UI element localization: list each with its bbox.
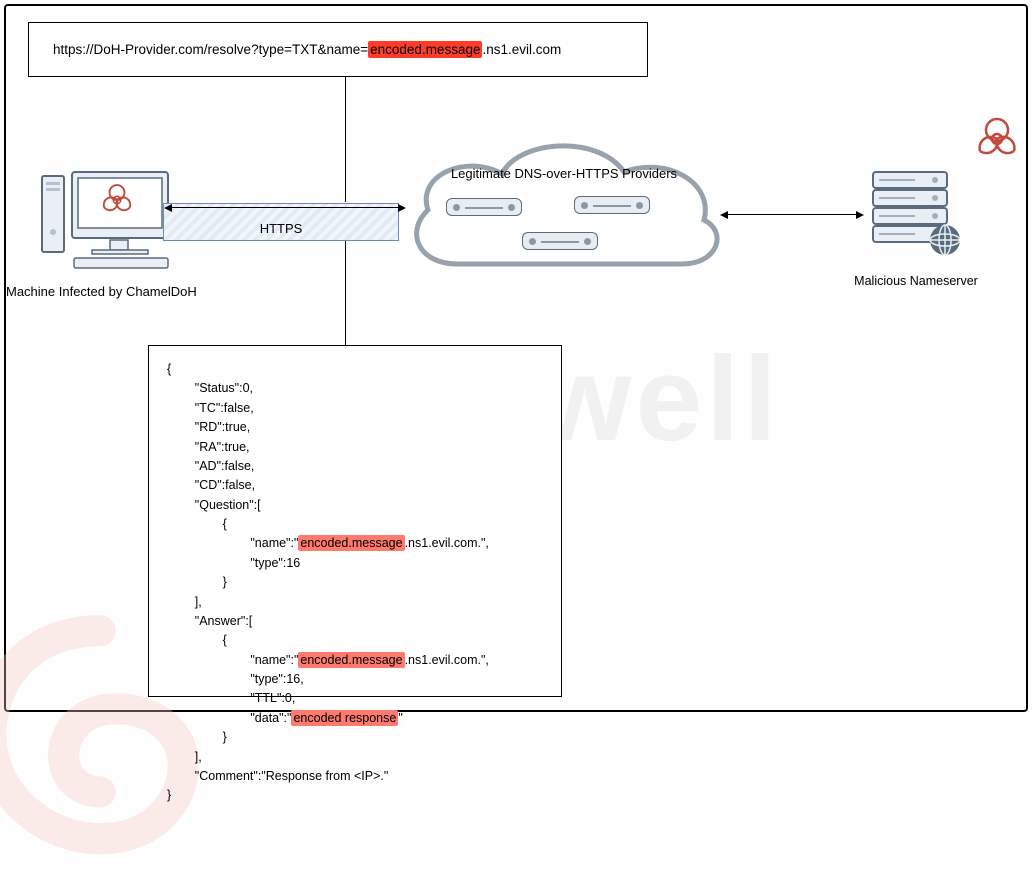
highlight-encoded-message: encoded.message bbox=[368, 41, 482, 58]
highlight-a-name: encoded.message bbox=[298, 652, 404, 668]
malicious-nameserver-label: Malicious Nameserver bbox=[846, 274, 986, 288]
url-callout-box: https://DoH-Provider.com/resolve?type=TX… bbox=[28, 22, 648, 77]
doh-cloud: Legitimate DNS-over-HTTPS Providers bbox=[398, 134, 730, 294]
url-text: https://DoH-Provider.com/resolve?type=TX… bbox=[53, 42, 561, 57]
malicious-nameserver-icon bbox=[860, 162, 970, 267]
cloud-label: Legitimate DNS-over-HTTPS Providers bbox=[398, 166, 730, 181]
biohazard-icon bbox=[974, 116, 1020, 167]
highlight-a-data: encoded response bbox=[291, 710, 398, 726]
arrow-computer-to-cloud bbox=[170, 207, 400, 208]
https-lane: HTTPS bbox=[163, 203, 399, 241]
infected-computer-label: Machine Infected by ChamelDoH bbox=[6, 284, 197, 299]
doh-server-icon-3 bbox=[522, 232, 598, 250]
arrow-cloud-to-nameserver bbox=[726, 214, 858, 215]
connector-https-to-json bbox=[345, 241, 346, 345]
connector-url-to-https bbox=[345, 77, 346, 202]
json-response-box: { "Status":0, "TC":false, "RD":true, "RA… bbox=[148, 345, 562, 697]
highlight-q-name: encoded.message bbox=[298, 535, 404, 551]
doh-server-icon-1 bbox=[446, 198, 522, 216]
https-label: HTTPS bbox=[260, 221, 303, 236]
doh-server-icon-2 bbox=[574, 196, 650, 214]
